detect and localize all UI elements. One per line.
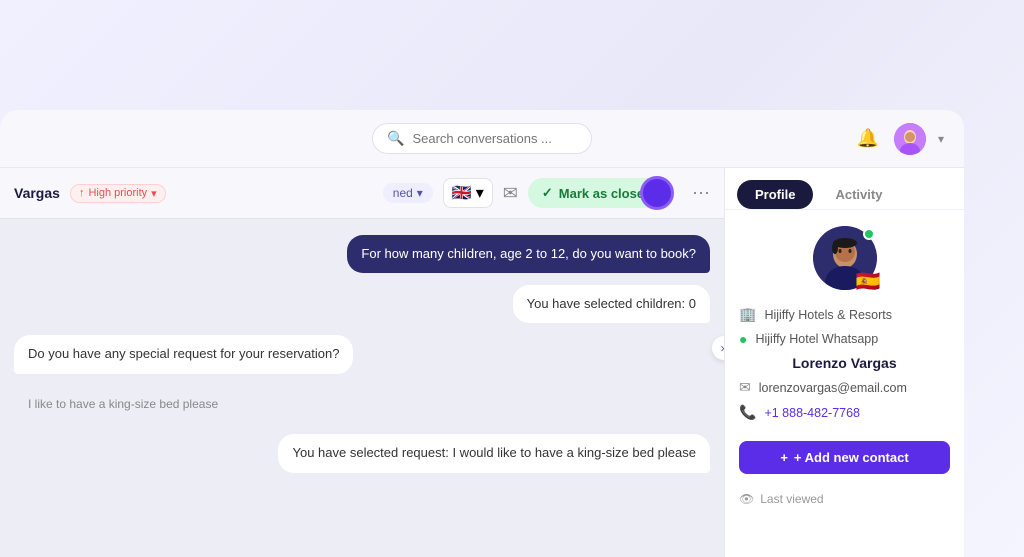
chat-area: Vargas ↑ High priority ▾ ned ▾ 🇬🇧 ▾ — [0, 168, 724, 557]
message-bubble: You have selected children: 0 — [513, 285, 710, 323]
panel-tabs: Profile Activity — [725, 168, 964, 210]
message-bubble: Do you have any special request for your… — [14, 335, 353, 373]
flag-chevron: ▾ — [476, 183, 484, 203]
mark-as-closed-button[interactable]: ✓ Mark as closed — [528, 178, 666, 208]
message-bubble: I like to have a king-size bed please — [14, 386, 232, 423]
profile-name: Lorenzo Vargas — [739, 355, 950, 371]
message-bubble: You have selected request: I would like … — [278, 434, 710, 472]
priority-chevron: ▾ — [151, 187, 157, 200]
add-contact-plus-icon: + — [780, 450, 788, 465]
message-text: For how many children, age 2 to 12, do y… — [361, 246, 696, 261]
flag-icon: 🇬🇧 — [452, 183, 472, 203]
building-icon: 🏢 — [739, 306, 756, 323]
user-menu-chevron[interactable]: ▾ — [938, 132, 944, 146]
profile-content: 🇪🇸 🏢 Hijiffy Hotels & Resorts ● Hijiffy … — [725, 210, 964, 557]
right-panel: Profile Activity — [724, 168, 964, 557]
email-info-icon: ✉ — [739, 379, 751, 396]
email-icon[interactable]: ✉ — [503, 183, 518, 204]
last-viewed-label: Last viewed — [760, 492, 823, 506]
eye-icon: 👁 — [739, 492, 754, 506]
chat-header-actions: ned ▾ 🇬🇧 ▾ ✉ ✓ Mark as closed ⋯ — [383, 178, 710, 208]
main-panel: 🔍 🔔 ▾ Vargas — [0, 110, 964, 557]
check-icon: ✓ — [542, 185, 553, 201]
message-bubble: For how many children, age 2 to 12, do y… — [347, 235, 710, 273]
assigned-chevron: ▾ — [417, 186, 423, 200]
top-bar-right: 🔔 ▾ — [854, 123, 944, 155]
profile-avatar-wrap: 🇪🇸 — [813, 226, 877, 290]
chat-header: Vargas ↑ High priority ▾ ned ▾ 🇬🇧 ▾ — [0, 168, 724, 219]
priority-badge[interactable]: ↑ High priority ▾ — [70, 184, 166, 203]
message-text: I like to have a king-size bed please — [28, 397, 218, 411]
mark-closed-circle — [640, 176, 674, 210]
message-text: You have selected children: 0 — [527, 296, 696, 311]
contact-name: Vargas — [14, 185, 60, 201]
search-bar[interactable]: 🔍 — [372, 123, 592, 154]
message-text: Do you have any special request for your… — [28, 346, 339, 361]
country-flag: 🇪🇸 — [856, 272, 881, 292]
add-new-contact-button[interactable]: + + Add new contact — [739, 441, 950, 474]
channel-row: ● Hijiffy Hotel Whatsapp — [739, 331, 950, 347]
email-row: ✉ lorenzovargas@email.com — [739, 379, 950, 396]
assigned-label: ned — [393, 186, 413, 200]
content-area: Vargas ↑ High priority ▾ ned ▾ 🇬🇧 ▾ — [0, 168, 964, 557]
whatsapp-icon: ● — [739, 331, 747, 347]
priority-label: High priority — [88, 187, 147, 199]
channel-name: Hijiffy Hotel Whatsapp — [755, 332, 878, 346]
mark-closed-label: Mark as closed — [559, 186, 652, 201]
company-name: Hijiffy Hotels & Resorts — [764, 308, 892, 322]
flag-button[interactable]: 🇬🇧 ▾ — [443, 178, 493, 208]
chat-header-left: Vargas ↑ High priority ▾ — [14, 184, 166, 203]
phone-icon: 📞 — [739, 404, 756, 421]
more-options-button[interactable]: ⋯ — [692, 183, 710, 204]
search-input[interactable] — [412, 131, 562, 146]
phone-row: 📞 +1 888-482-7768 — [739, 404, 950, 421]
message-text: You have selected request: I would like … — [292, 445, 696, 460]
top-bar: 🔍 🔔 ▾ — [0, 110, 964, 168]
company-row: 🏢 Hijiffy Hotels & Resorts — [739, 306, 950, 323]
add-contact-label: + Add new contact — [794, 450, 909, 465]
tab-activity[interactable]: Activity — [817, 180, 900, 209]
messages-area: For how many children, age 2 to 12, do y… — [0, 219, 724, 557]
search-icon: 🔍 — [387, 130, 404, 147]
tab-profile[interactable]: Profile — [737, 180, 813, 209]
phone-link[interactable]: +1 888-482-7768 — [764, 406, 860, 420]
last-viewed-row: 👁 Last viewed — [739, 492, 950, 506]
profile-info: 🏢 Hijiffy Hotels & Resorts ● Hijiffy Hot… — [739, 306, 950, 506]
priority-arrow-up: ↑ — [79, 187, 85, 199]
online-status-dot — [863, 228, 875, 240]
email-value: lorenzovargas@email.com — [759, 381, 907, 395]
bell-icon[interactable]: 🔔 — [854, 125, 882, 153]
user-avatar[interactable] — [894, 123, 926, 155]
assigned-badge[interactable]: ned ▾ — [383, 183, 433, 203]
arrows-icon: » — [721, 341, 724, 355]
